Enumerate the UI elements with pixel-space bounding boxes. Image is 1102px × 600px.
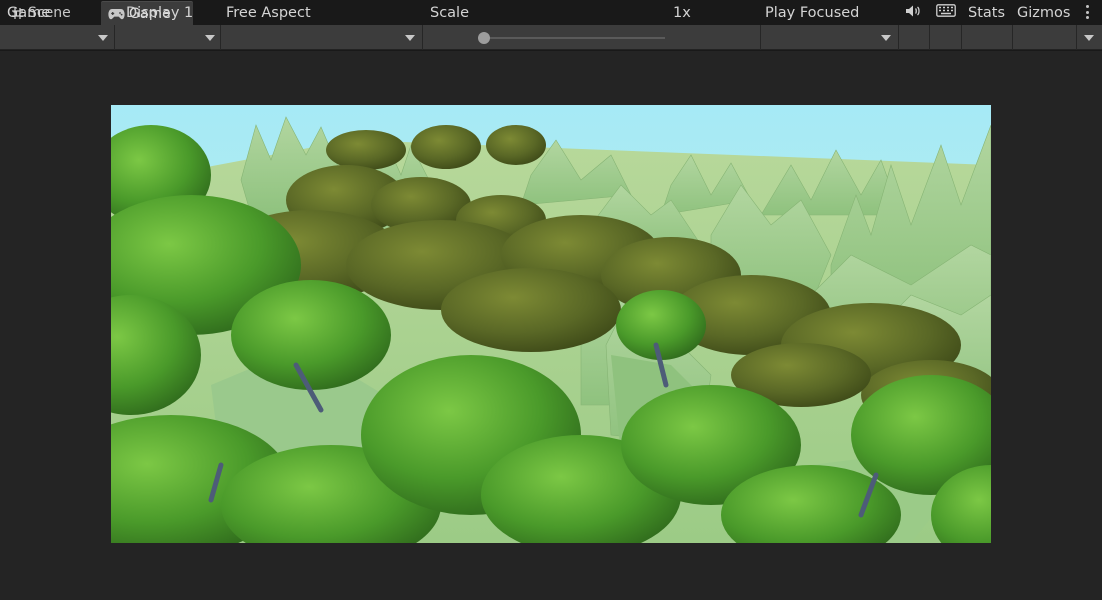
display-dropdown[interactable]: Display 1	[126, 0, 216, 25]
audio-mute-button[interactable]	[905, 0, 925, 25]
view-mode-dropdown[interactable]: Game	[7, 0, 112, 25]
speaker-icon	[905, 4, 921, 22]
scale-slider-track[interactable]	[483, 37, 665, 39]
keyboard-icon	[936, 4, 956, 21]
aspect-dropdown[interactable]: Free Aspect	[226, 0, 416, 25]
game-render-view[interactable]	[111, 105, 991, 543]
play-mode-label: Play Focused	[765, 4, 860, 21]
chevron-down-icon	[881, 35, 891, 41]
aspect-label: Free Aspect	[226, 4, 311, 21]
gizmos-button[interactable]: Gizmos	[1017, 0, 1070, 25]
chevron-down-icon	[405, 35, 415, 41]
chevron-down-icon	[205, 35, 215, 41]
view-mode-label: Game	[7, 4, 51, 21]
rendered-scene	[111, 105, 991, 543]
gizmos-label: Gizmos	[1017, 4, 1071, 21]
play-mode-dropdown[interactable]: Play Focused	[765, 0, 895, 25]
shortcuts-button[interactable]	[936, 0, 956, 25]
display-label: Display 1	[126, 4, 194, 21]
scale-slider-handle[interactable]	[478, 32, 490, 44]
scale-label: Scale	[430, 4, 470, 21]
scale-value: 1x	[673, 4, 691, 21]
more-options-icon[interactable]	[1084, 3, 1090, 21]
gizmos-dropdown-icon[interactable]	[1084, 35, 1094, 41]
stats-label: Stats	[968, 4, 1006, 21]
chevron-down-icon	[98, 35, 108, 41]
stats-button[interactable]: Stats	[968, 0, 1005, 25]
